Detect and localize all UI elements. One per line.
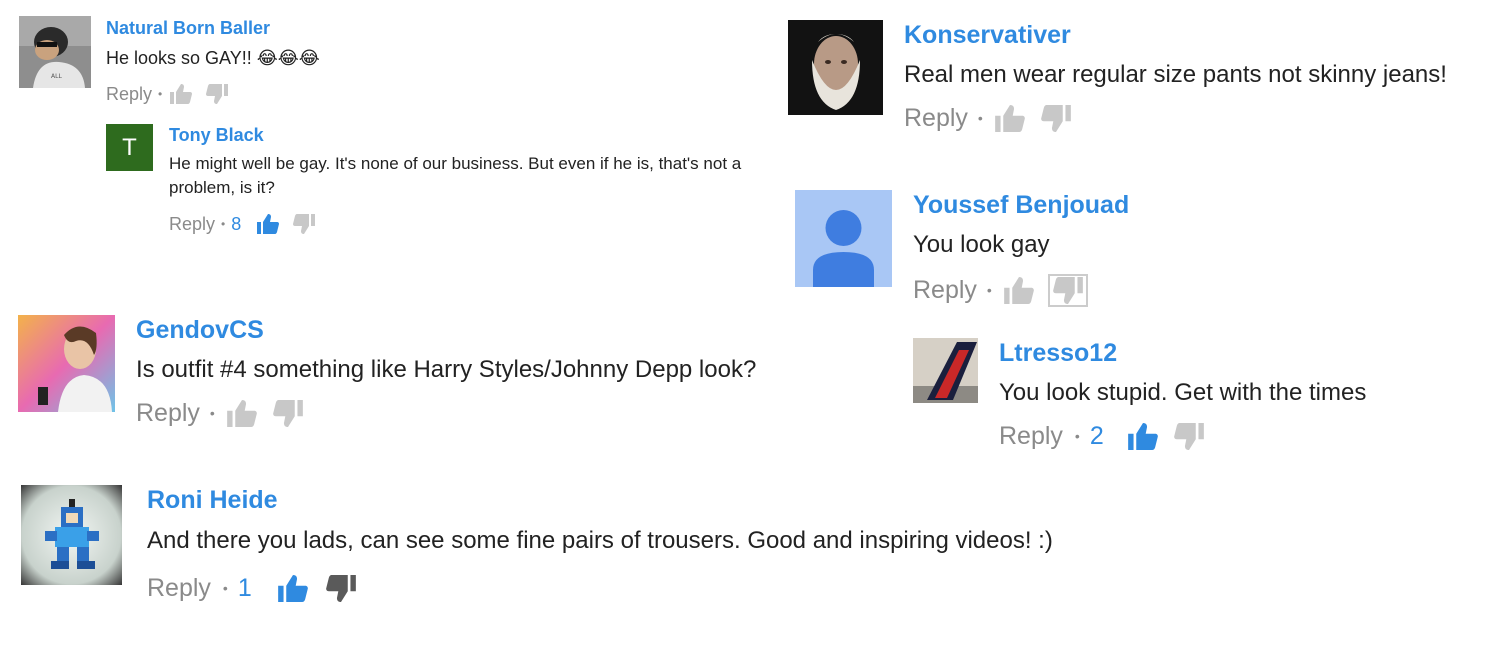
- avatar[interactable]: [21, 485, 122, 585]
- avatar[interactable]: T: [106, 124, 153, 171]
- avatar-letter: T: [122, 133, 137, 161]
- comment-text: Real men wear regular size pants not ski…: [904, 61, 1447, 88]
- thumbs-down-icon[interactable]: [206, 84, 229, 104]
- thumbs-down-icon[interactable]: [1040, 104, 1071, 132]
- thumbs-up-icon[interactable]: [994, 104, 1025, 132]
- separator-dot: •: [986, 282, 992, 298]
- like-count: 8: [231, 213, 242, 234]
- comment-actions: Reply • 2: [999, 421, 1366, 451]
- woman-photo-avatar: [18, 315, 115, 412]
- reply-button[interactable]: Reply: [147, 574, 211, 603]
- comment-text: Is outfit #4 something like Harry Styles…: [136, 356, 757, 383]
- comment-author[interactable]: Roni Heide: [147, 485, 1053, 515]
- thumbs-up-icon[interactable]: [257, 214, 280, 234]
- comment-text-line: He might well be gay. It's none of our b…: [169, 154, 742, 173]
- airplane-tail-avatar: [913, 338, 978, 403]
- comment-author[interactable]: GendovCS: [136, 315, 756, 345]
- old-man-photo-avatar: [788, 20, 883, 115]
- reply-button[interactable]: Reply: [904, 104, 968, 133]
- thumbs-down-icon[interactable]: [293, 214, 316, 234]
- avatar[interactable]: [18, 315, 115, 412]
- comment-actions: Reply •: [904, 103, 1447, 133]
- comment-text: And there you lads, can see some fine pa…: [147, 527, 1053, 554]
- thumbs-down-icon[interactable]: [272, 399, 303, 427]
- separator-dot: •: [158, 87, 163, 101]
- thumbs-up-icon[interactable]: [1003, 276, 1034, 304]
- reply-button[interactable]: Reply: [106, 84, 152, 105]
- comment-author[interactable]: Ltresso12: [999, 338, 1366, 368]
- thumbs-up-icon[interactable]: [277, 574, 308, 602]
- separator-dot: •: [977, 110, 983, 126]
- like-count: 2: [1089, 421, 1104, 450]
- avatar[interactable]: [788, 20, 883, 115]
- svg-text:ALL: ALL: [51, 73, 62, 80]
- separator-dot: •: [209, 405, 215, 421]
- thumbs-down-icon[interactable]: [325, 574, 356, 602]
- thumbs-down-icon[interactable]: [1047, 273, 1088, 307]
- comment-actions: Reply •: [913, 273, 1129, 307]
- thumbs-up-icon[interactable]: [226, 399, 257, 427]
- comment-actions: Reply • 8: [169, 212, 741, 236]
- comment-author[interactable]: Tony Black: [169, 124, 741, 146]
- comment-text-line: problem, is it?: [169, 178, 275, 197]
- separator-dot: •: [222, 580, 228, 596]
- separator-dot: •: [1074, 428, 1080, 444]
- reply-button[interactable]: Reply: [136, 399, 200, 428]
- thumbs-down-icon[interactable]: [1173, 422, 1204, 450]
- reply-button[interactable]: Reply: [999, 422, 1063, 451]
- comment-actions: Reply •: [106, 82, 320, 106]
- thumbs-up-icon[interactable]: [1127, 422, 1158, 450]
- comment-text: You look stupid. Get with the times: [999, 379, 1367, 406]
- like-count: 1: [237, 573, 252, 602]
- avatar[interactable]: ALL: [19, 16, 91, 88]
- comment-author[interactable]: Natural Born Baller: [106, 16, 320, 40]
- default-person-avatar: [795, 190, 892, 287]
- pixel-robot-avatar: [21, 485, 122, 585]
- comment-author[interactable]: Konservativer: [904, 20, 1447, 50]
- separator-dot: •: [221, 217, 226, 231]
- child-photo-avatar: ALL: [19, 16, 91, 88]
- comment-text: He looks so GAY!! 😂😂😂: [106, 48, 320, 68]
- thumbs-up-icon[interactable]: [170, 84, 193, 104]
- comment-text: You look gay: [913, 231, 1050, 258]
- avatar[interactable]: [795, 190, 892, 287]
- reply-button[interactable]: Reply: [913, 276, 977, 305]
- avatar[interactable]: [913, 338, 978, 403]
- comment-actions: Reply •: [136, 398, 756, 428]
- comment-author[interactable]: Youssef Benjouad: [913, 190, 1129, 220]
- comment-actions: Reply • 1: [147, 573, 1053, 603]
- reply-button[interactable]: Reply: [169, 214, 215, 235]
